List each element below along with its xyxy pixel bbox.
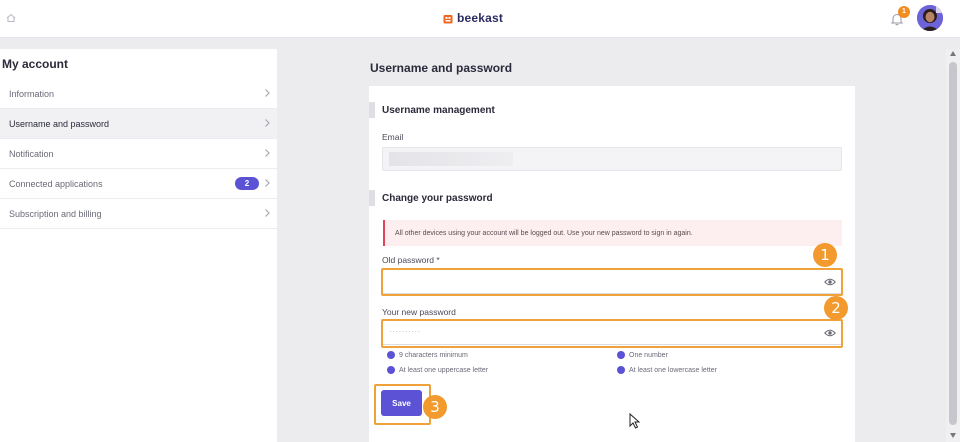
section-title: Username management <box>382 104 495 116</box>
section-marker <box>369 190 375 206</box>
rule-status-dot <box>617 351 625 359</box>
sidebar-item-label: Subscription and billing <box>9 208 102 219</box>
sidebar-item-label: Connected applications <box>9 178 103 189</box>
password-rule: At least one lowercase letter <box>617 366 717 374</box>
app-window: beekast 1 My account Information Usernam… <box>0 0 960 442</box>
section-title: Change your password <box>382 192 493 204</box>
logout-warning-notice: All other devices using your account wil… <box>383 220 842 246</box>
step-1-marker: 1 <box>813 243 837 267</box>
sidebar-item-subscription-billing[interactable]: Subscription and billing <box>0 199 277 229</box>
account-menu: Information Username and password Notifi… <box>0 79 277 229</box>
rule-status-dot <box>387 366 395 374</box>
sidebar-item-connected-applications[interactable]: Connected applications 2 <box>0 169 277 199</box>
page-scrollbar[interactable] <box>946 49 960 442</box>
section-marker <box>369 102 375 118</box>
password-rule: 9 characters minimum <box>387 351 468 359</box>
chevron-right-icon <box>265 209 270 217</box>
rule-text: One number <box>629 351 668 359</box>
old-password-label: Old password * <box>382 255 440 265</box>
chevron-right-icon <box>265 89 270 97</box>
brand-name: beekast <box>457 11 504 25</box>
chevron-right-icon <box>265 179 270 187</box>
chevron-right-icon <box>265 149 270 157</box>
notification-badge: 1 <box>898 6 910 18</box>
password-rule: At least one uppercase letter <box>387 366 488 374</box>
rule-status-dot <box>387 351 395 359</box>
rule-text: At least one uppercase letter <box>399 366 489 374</box>
sidebar-item-username-password[interactable]: Username and password <box>0 109 277 139</box>
new-password-label: Your new password <box>382 307 456 317</box>
page-title: Username and password <box>370 61 513 75</box>
mouse-pointer-icon <box>629 413 641 429</box>
top-bar: beekast 1 <box>0 0 960 38</box>
chevron-right-icon <box>265 119 270 127</box>
step-2-highlight <box>381 319 843 348</box>
password-rule: One number <box>617 351 668 359</box>
brand-logo[interactable]: beekast <box>443 11 503 25</box>
count-badge: 2 <box>235 177 259 190</box>
step-2-marker: 2 <box>824 296 848 320</box>
scroll-up-arrow-icon[interactable] <box>950 51 956 56</box>
sidebar-item-notification[interactable]: Notification <box>0 139 277 169</box>
step-3-marker: 3 <box>423 395 447 419</box>
sidebar-item-label: Information <box>9 88 55 99</box>
sidebar-item-label: Notification <box>9 148 54 159</box>
sidebar-item-information[interactable]: Information <box>0 79 277 109</box>
sidebar-title: My account <box>2 57 69 71</box>
home-icon[interactable] <box>4 11 18 25</box>
scroll-down-arrow-icon[interactable] <box>950 433 956 438</box>
email-label: Email <box>382 132 404 142</box>
rule-status-dot <box>617 366 625 374</box>
sidebar-item-label: Username and password <box>9 118 110 129</box>
step-1-highlight <box>381 268 843 296</box>
email-field[interactable] <box>382 147 842 171</box>
user-avatar[interactable] <box>917 5 943 31</box>
account-sidebar: My account Information Username and pass… <box>0 49 277 442</box>
avatar-photo <box>917 5 943 31</box>
beekast-logo-icon <box>443 14 453 23</box>
password-section-heading: Change your password <box>369 190 493 206</box>
email-value-redacted <box>389 152 513 166</box>
username-section-heading: Username management <box>369 102 495 118</box>
rule-text: 9 characters minimum <box>399 351 468 359</box>
credentials-panel: Username management Email Change your pa… <box>369 86 855 442</box>
scroll-thumb[interactable] <box>949 62 957 425</box>
rule-text: At least one lowercase letter <box>629 366 717 374</box>
